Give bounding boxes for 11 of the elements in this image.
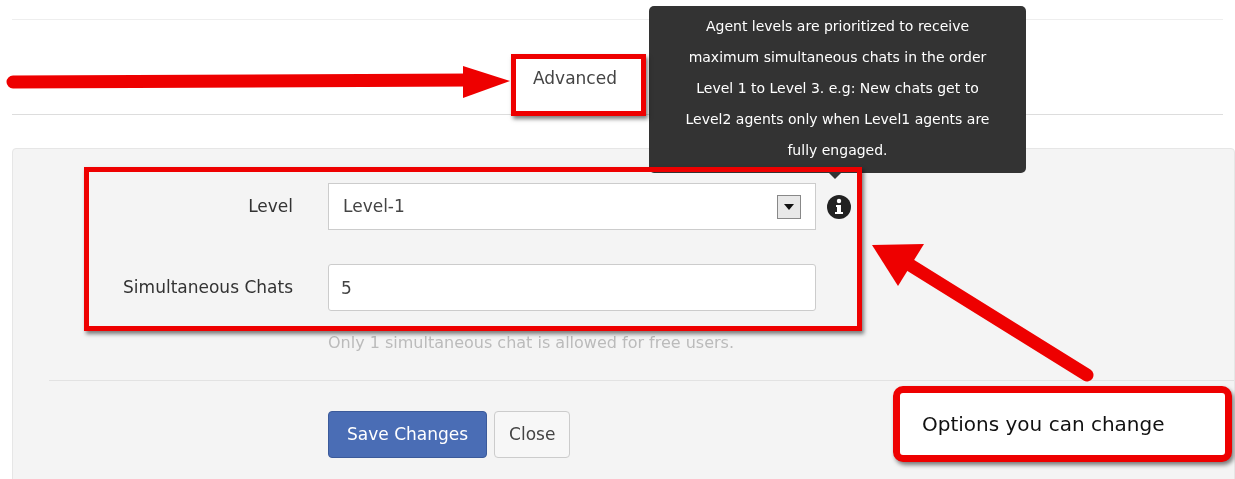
info-icon[interactable] xyxy=(826,193,852,220)
level-select[interactable]: Level-1 xyxy=(328,183,816,230)
tooltip-pointer xyxy=(829,173,841,179)
close-button[interactable]: Close xyxy=(494,411,571,458)
hint-text: Only 1 simultaneous chat is allowed for free users. xyxy=(328,332,736,354)
tooltip: Agent levels are prioritized to receive maximum simultaneous chats in the order Level 1 to Level 3. e.g: New chats get to Level2 agents only when Level1 agents are fully engaged. xyxy=(649,6,1026,173)
save-button[interactable]: Save Changes xyxy=(328,411,488,458)
callout: Options you can change xyxy=(893,386,1232,462)
field-label: Simultaneous Chats xyxy=(122,275,293,299)
chats-input[interactable]: 5 xyxy=(328,264,816,311)
field-label: Level xyxy=(247,194,293,218)
